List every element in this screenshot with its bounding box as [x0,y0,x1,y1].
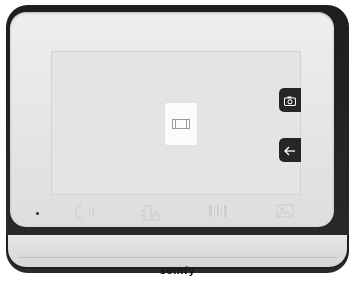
gate-button[interactable] [208,203,228,223]
gallery-button[interactable] [276,203,294,223]
gate-tile-button[interactable] [165,103,197,145]
camera-button[interactable] [279,88,301,112]
door-lock-button[interactable] [140,203,162,227]
back-button[interactable] [279,138,301,162]
status-led [36,212,39,215]
chin-divider [18,257,337,258]
photo-gallery-icon [276,203,294,223]
door-lock-icon [140,203,162,227]
intercom-speaker-icon [74,203,99,225]
camera-icon [284,91,296,110]
somfy-logo: somfy [159,266,196,277]
device-chin [6,235,349,269]
back-arrow-icon [284,141,296,160]
gate-icon [172,115,190,134]
intercom-button[interactable] [74,203,99,225]
gate-icon [208,203,228,223]
